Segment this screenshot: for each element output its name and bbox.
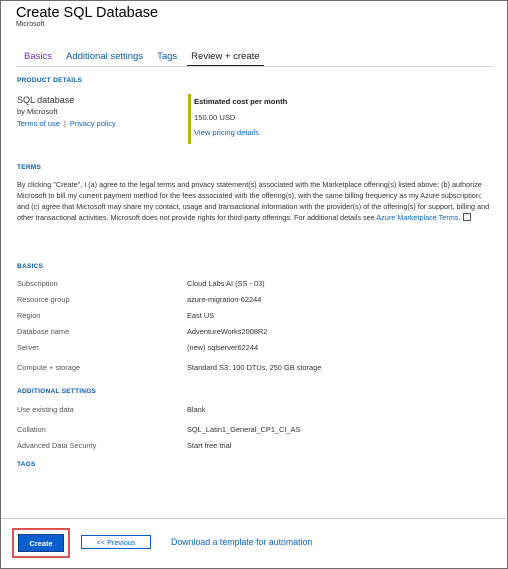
tags-heading: TAGS: [17, 461, 36, 468]
download-template-link[interactable]: Download a template for automation: [171, 537, 312, 547]
row-key: Advanced Data Security: [17, 441, 97, 450]
external-link-icon: [463, 213, 472, 221]
basics-heading: BASICS: [17, 263, 44, 270]
product-details-heading: PRODUCT DETAILS: [17, 77, 83, 84]
tab-divider: [16, 66, 493, 67]
additional-settings-heading: ADDITIONAL SETTINGS: [17, 388, 97, 395]
footer-divider: [2, 518, 506, 519]
privacy-policy-link[interactable]: Privacy policy: [70, 119, 116, 128]
cost-estimate-box: Estimated cost per month 150.00 USD View…: [188, 94, 344, 144]
row-value: (new) sqlserver62244: [187, 343, 259, 352]
row-value: AdventureWorks2008R2: [187, 327, 268, 336]
row-key: Resource group: [17, 295, 70, 304]
tab-basics[interactable]: Basics: [24, 51, 58, 67]
cost-title: Estimated cost per month: [194, 97, 288, 106]
row-key: Server: [17, 343, 39, 352]
blade-header: Create SQL Database Microsoft: [16, 4, 158, 28]
create-button-highlight: Create: [12, 528, 70, 558]
product-links: Terms of use | Privacy policy: [17, 119, 116, 128]
tab-review-create[interactable]: Review + create: [187, 51, 264, 67]
tab-additional-settings[interactable]: Additional settings: [66, 51, 149, 67]
terms-heading: TERMS: [17, 164, 42, 171]
row-key: Region: [17, 311, 41, 320]
cost-value: 150.00 USD: [194, 113, 236, 122]
row-key: Use existing data: [17, 405, 74, 414]
row-value: SQL_Latin1_General_CP1_CI_AS: [187, 425, 301, 434]
row-key: Collation: [17, 425, 46, 434]
tab-tags[interactable]: Tags: [157, 51, 183, 67]
row-value: Start free trial: [187, 441, 232, 450]
row-key: Compute + storage: [17, 363, 81, 372]
row-value: Blank: [187, 405, 206, 414]
create-sql-database-blade: Create SQL Database Microsoft Basics Add…: [0, 0, 508, 569]
row-value: East US: [187, 311, 215, 320]
page-subtitle: Microsoft: [16, 21, 45, 28]
row-value: Standard S3: 100 DTUs, 250 GB storage: [187, 363, 322, 372]
view-pricing-link[interactable]: View pricing details: [194, 128, 344, 137]
marketplace-terms-link[interactable]: Azure Marketplace Terms.: [376, 213, 460, 222]
row-value: azure-migration-62244: [187, 295, 262, 304]
row-value: Cloud Labs AI (SS - 03): [187, 279, 265, 288]
terms-of-use-link[interactable]: Terms of use: [17, 119, 60, 128]
row-key: Subscription: [17, 279, 58, 288]
product-publisher: by Microsoft: [17, 107, 58, 116]
tab-bar: Basics Additional settings Tags Review +…: [24, 51, 272, 67]
row-key: Database name: [17, 327, 70, 336]
create-button[interactable]: Create: [18, 534, 64, 552]
terms-text-block: By clicking "Create", I (a) agree to the…: [17, 179, 495, 223]
page-title: Create SQL Database: [16, 5, 159, 21]
link-separator: |: [63, 119, 66, 128]
previous-button[interactable]: << Previous: [81, 535, 151, 549]
product-name: SQL database: [17, 95, 75, 105]
